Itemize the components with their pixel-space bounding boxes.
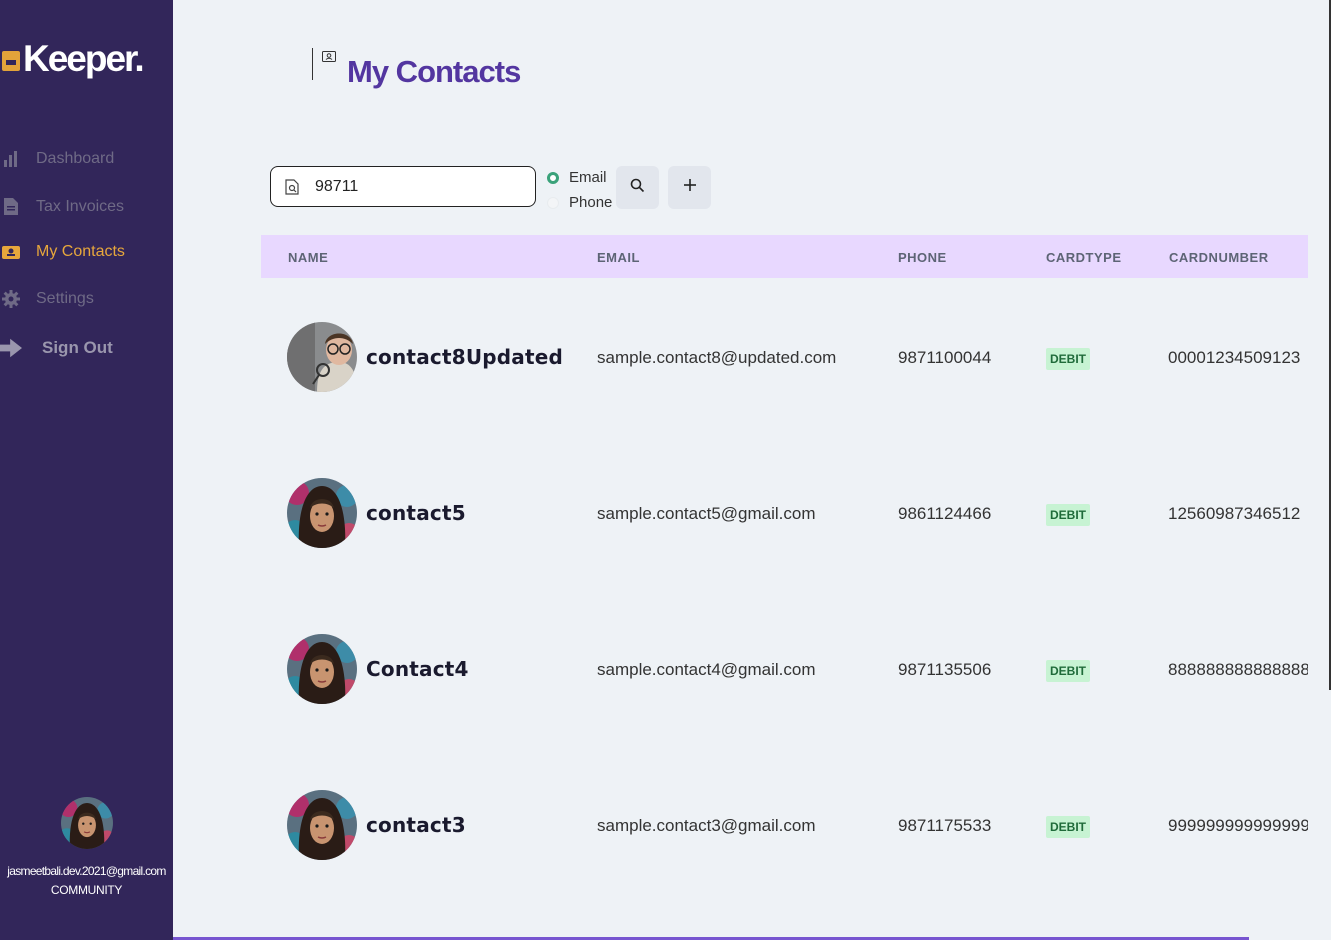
profile-email: jasmeetbali.dev.2021@gmail.com (7, 864, 166, 878)
sign-out-button[interactable]: Sign Out (0, 337, 113, 359)
radio-unselected-indicator[interactable] (547, 196, 559, 209)
radio-label: Phone (569, 194, 613, 211)
table-row[interactable]: Contact4 sample.contact4@gmail.com 98711… (261, 592, 1308, 748)
radio-phone[interactable]: Phone (547, 194, 612, 211)
keeper-logo-icon (2, 51, 20, 71)
contact-phone: 9871100044 (898, 348, 992, 367)
cardtype-badge: DEBIT (1046, 348, 1090, 370)
sidebar-item-my-contacts[interactable]: My Contacts (0, 243, 125, 261)
column-header-name[interactable]: NAME (288, 250, 328, 265)
contact-name: contact5 (366, 501, 466, 525)
bar-chart-icon (0, 150, 22, 168)
sidebar-item-label: Sign Out (42, 338, 113, 357)
contact-cardnumber: 12560987346512 (1168, 504, 1301, 523)
search-icon (630, 178, 645, 198)
radio-selected-indicator[interactable] (547, 171, 559, 184)
sidebar-item-label: My Contacts (36, 243, 125, 260)
contact-card-icon (0, 244, 22, 260)
cardtype-badge: DEBIT (1046, 504, 1090, 526)
contact-email: sample.contact3@gmail.com (597, 816, 816, 835)
avatar (287, 634, 357, 704)
add-contact-button[interactable] (668, 166, 711, 209)
column-header-phone[interactable]: PHONE (898, 250, 947, 265)
profile-role: COMMUNITY (50, 883, 123, 897)
search-field[interactable] (270, 166, 536, 207)
contact-phone: 9871175533 (898, 816, 992, 835)
contact-name: contact3 (366, 813, 466, 837)
contact-email: sample.contact5@gmail.com (597, 504, 816, 523)
sidebar-item-label: Tax Invoices (36, 197, 125, 215)
sidebar: Keeper. Dashboard Tax Invoices My Contac… (0, 0, 173, 940)
column-header-email[interactable]: EMAIL (597, 250, 640, 265)
radio-label: Email (569, 169, 607, 186)
search-button[interactable] (616, 166, 659, 209)
cardtype-badge: DEBIT (1046, 660, 1090, 682)
avatar[interactable] (61, 797, 113, 849)
brand-name: Keeper. (23, 38, 145, 79)
contact-phone: 9871135506 (898, 660, 992, 679)
gear-icon (0, 290, 22, 308)
contact-cardnumber: 999999999999999 (1168, 816, 1308, 835)
column-header-cardtype[interactable]: CARDTYPE (1046, 250, 1122, 265)
radio-email[interactable]: Email (547, 169, 607, 186)
contact-phone: 9861124466 (898, 504, 992, 523)
contact-name: Contact4 (366, 657, 469, 681)
contact-name: contact8Updated (366, 345, 564, 369)
table-header (261, 235, 1308, 278)
title-divider (312, 48, 313, 80)
brand-logo[interactable]: Keeper. (2, 38, 145, 80)
arrow-right-icon (0, 337, 22, 359)
avatar (287, 790, 357, 860)
contact-email: sample.contact8@updated.com (597, 348, 837, 367)
document-icon (0, 197, 22, 216)
table-row[interactable]: contact3 sample.contact3@gmail.com 98711… (261, 748, 1308, 904)
page-title: My Contacts (347, 54, 521, 89)
cardtype-badge: DEBIT (1046, 816, 1090, 838)
sidebar-item-settings[interactable]: Settings (0, 290, 94, 308)
sidebar-item-tax-invoices[interactable]: Tax Invoices (0, 197, 124, 216)
column-header-cardnumber[interactable]: CARDNUMBER (1169, 250, 1269, 265)
plus-icon (683, 178, 697, 197)
avatar (287, 322, 357, 392)
avatar (287, 478, 357, 548)
contact-cardnumber: 888888888888888 (1168, 660, 1308, 679)
search-input[interactable] (313, 176, 517, 197)
contact-cardnumber: 00001234509123 (1168, 348, 1301, 367)
sidebar-item-label: Dashboard (36, 150, 115, 167)
table-row[interactable]: contact5 sample.contact5@gmail.com 98611… (261, 436, 1308, 592)
contact-email: sample.contact4@gmail.com (597, 660, 816, 679)
table-row[interactable]: contact8Updated sample.contact8@updated.… (261, 280, 1308, 436)
search-document-icon (285, 178, 299, 195)
user-profile: jasmeetbali.dev.2021@gmail.com COMMUNITY (0, 797, 173, 897)
sidebar-item-label: Settings (36, 290, 94, 307)
sidebar-item-dashboard[interactable]: Dashboard (0, 150, 114, 168)
contact-card-icon (322, 49, 336, 67)
